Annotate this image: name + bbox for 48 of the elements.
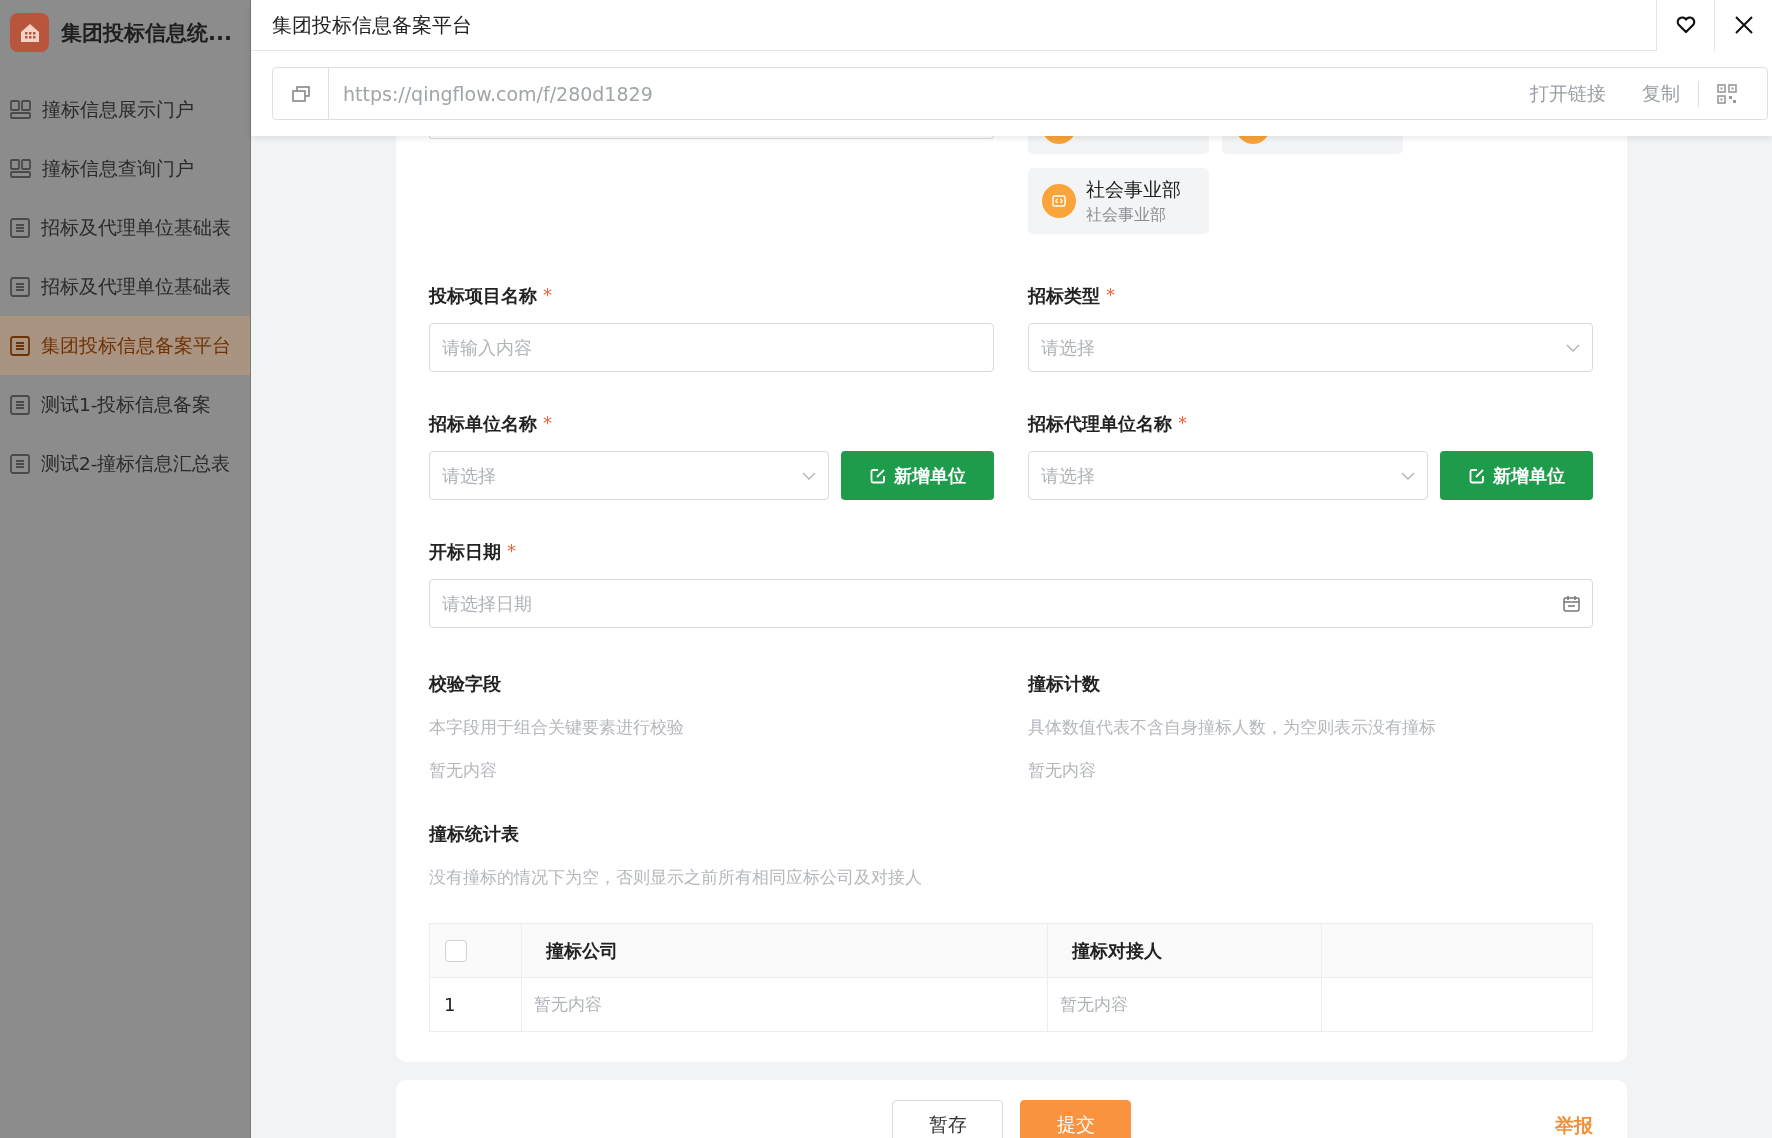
field-description: 没有撞标的情况下为空，否则显示之前所有相同应标公司及对接人: [429, 866, 923, 889]
sidebar-item[interactable]: 测试2-撞标信息汇总表: [0, 434, 250, 493]
field-label: 校验字段: [429, 672, 502, 696]
add-unit-button[interactable]: 新增单位: [1440, 451, 1593, 500]
save-draft-button[interactable]: 暂存: [892, 1100, 1003, 1138]
required-mark: *: [543, 412, 552, 435]
field-label: 招标代理单位名称: [1028, 412, 1172, 436]
field-label: 招标类型: [1028, 284, 1100, 308]
sidebar-item[interactable]: 测试1-投标信息备案: [0, 375, 250, 434]
add-unit-button[interactable]: 新增单位: [841, 451, 994, 500]
required-mark: *: [507, 540, 516, 563]
column-header: 撞标公司: [521, 923, 1048, 978]
table-cell: 暂无内容: [521, 977, 1048, 1032]
link-field[interactable]: https://qingflow.com/f/280d1829 打开链接 复制: [272, 67, 1768, 120]
select-field[interactable]: 请选择: [429, 451, 829, 500]
column-header: 撞标对接人: [1047, 923, 1322, 978]
link-action[interactable]: 复制: [1624, 80, 1698, 107]
field-value: 暂无内容: [1028, 759, 1097, 782]
field-label: 招标单位名称: [429, 412, 537, 436]
text-field[interactable]: 请输入内容: [429, 323, 994, 372]
field-value: 暂无内容: [429, 759, 498, 782]
sidebar-item[interactable]: 撞标信息查询门户: [0, 139, 250, 198]
report-link[interactable]: 举报: [1555, 1113, 1593, 1138]
field-label: 开标日期: [429, 540, 501, 564]
required-mark: *: [1106, 284, 1115, 307]
row-number: 1: [429, 977, 522, 1032]
field-label: 投标项目名称: [429, 284, 537, 308]
sidebar-item[interactable]: 招标及代理单位基础表: [0, 257, 250, 316]
submit-button[interactable]: 提交: [1020, 1100, 1131, 1138]
required-mark: *: [543, 284, 552, 307]
select-field[interactable]: 请选择: [1028, 323, 1593, 372]
field-label: 撞标统计表: [429, 822, 520, 846]
field-label: 撞标计数: [1028, 672, 1101, 696]
link-url: https://qingflow.com/f/280d1829: [342, 82, 654, 105]
required-mark: *: [1178, 412, 1187, 435]
sidebar-item[interactable]: 招标及代理单位基础表: [0, 198, 250, 257]
select-field[interactable]: 请选择: [1028, 451, 1428, 500]
field-description: 本字段用于组合关键要素进行校验: [429, 716, 685, 739]
member-name: 社会事业部: [1086, 176, 1181, 202]
member-subtitle: 社会事业部: [1086, 204, 1167, 226]
field-description: 具体数值代表不含自身撞标人数，为空则表示没有撞标: [1028, 716, 1437, 739]
sidebar-item[interactable]: 集团投标信息备案平台: [0, 316, 250, 375]
table-cell: 暂无内容: [1047, 977, 1322, 1032]
date-field[interactable]: 请选择日期: [429, 579, 1593, 628]
app-title: 集团投标信息统...: [61, 19, 232, 47]
sidebar-item[interactable]: 撞标信息展示门户: [0, 80, 250, 139]
dialog-title: 集团投标信息备案平台: [271, 11, 473, 39]
link-action[interactable]: 打开链接: [1512, 80, 1624, 107]
